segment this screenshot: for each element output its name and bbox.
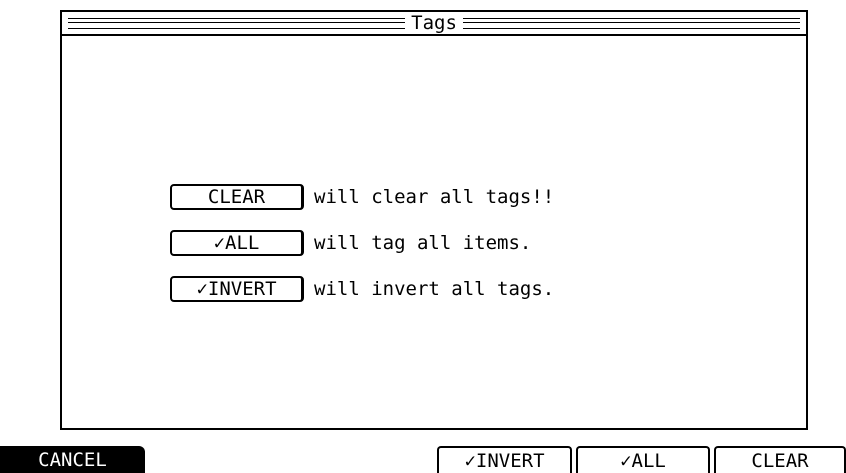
title-stripes-right: [462, 17, 801, 29]
invert-tags-button[interactable]: ✓INVERT: [437, 446, 572, 473]
help-row-invert: ✓INVERT will invert all tags.: [170, 266, 554, 312]
tags-dialog: Tags CLEAR will clear all tags!! ✓ALL wi…: [60, 10, 808, 430]
sample-invert-button: ✓INVERT: [170, 276, 304, 302]
help-row-clear: CLEAR will clear all tags!!: [170, 174, 554, 220]
help-text-invert: will invert all tags.: [314, 278, 555, 300]
cancel-button[interactable]: CANCEL: [0, 446, 145, 473]
help-rows: CLEAR will clear all tags!! ✓ALL will ta…: [170, 174, 554, 312]
clear-tags-button[interactable]: CLEAR: [714, 446, 846, 473]
sample-all-button: ✓ALL: [170, 230, 304, 256]
sample-clear-button: CLEAR: [170, 184, 304, 210]
dialog-title-bar: Tags: [62, 12, 806, 36]
tag-all-button[interactable]: ✓ALL: [576, 446, 710, 473]
help-text-clear: will clear all tags!!: [314, 186, 555, 208]
help-text-all: will tag all items.: [314, 232, 532, 254]
help-row-all: ✓ALL will tag all items.: [170, 220, 554, 266]
title-stripes-left: [68, 17, 406, 29]
dialog-title: Tags: [411, 12, 457, 34]
